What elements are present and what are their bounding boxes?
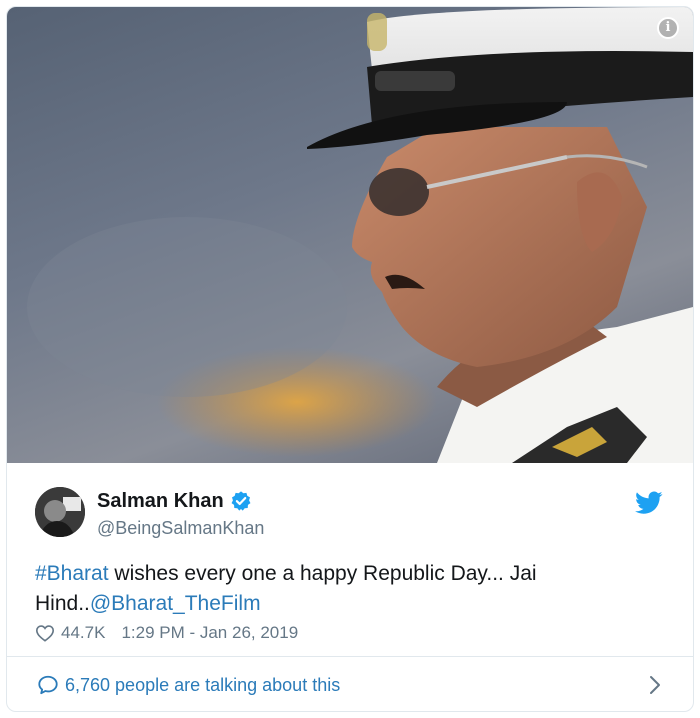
twitter-bird-icon[interactable] xyxy=(635,491,663,515)
user-handle[interactable]: @BeingSalmanKhan xyxy=(97,517,264,539)
verified-badge-icon xyxy=(231,491,251,511)
tweet-photo[interactable]: i xyxy=(7,7,693,463)
tweet-text: #Bharat wishes every one a happy Republi… xyxy=(35,559,675,619)
chevron-right-icon[interactable] xyxy=(649,675,661,695)
user-block[interactable]: Salman Khan @BeingSalmanKhan xyxy=(97,489,264,539)
display-name[interactable]: Salman Khan xyxy=(97,489,224,513)
embedded-tweet-card: i Salman Khan @BeingSalmanKhan #Bharat w… xyxy=(6,6,694,712)
tweet-body: Salman Khan @BeingSalmanKhan #Bharat wis… xyxy=(7,463,693,657)
speech-bubble-icon xyxy=(38,675,58,695)
info-icon[interactable]: i xyxy=(657,17,679,39)
timestamp[interactable]: 1:29 PM - Jan 26, 2019 xyxy=(121,623,298,643)
photo-illustration xyxy=(27,7,693,463)
avatar[interactable] xyxy=(35,487,85,537)
mention-link[interactable]: @Bharat_TheFilm xyxy=(90,592,261,615)
tweet-meta: 44.7K 1:29 PM - Jan 26, 2019 xyxy=(35,623,298,643)
hashtag-link[interactable]: #Bharat xyxy=(35,562,109,585)
heart-icon[interactable] xyxy=(35,624,55,642)
conversation-footer[interactable]: 6,760 people are talking about this xyxy=(7,658,693,711)
talking-about-link[interactable]: 6,760 people are talking about this xyxy=(65,674,340,696)
like-count[interactable]: 44.7K xyxy=(61,623,105,643)
